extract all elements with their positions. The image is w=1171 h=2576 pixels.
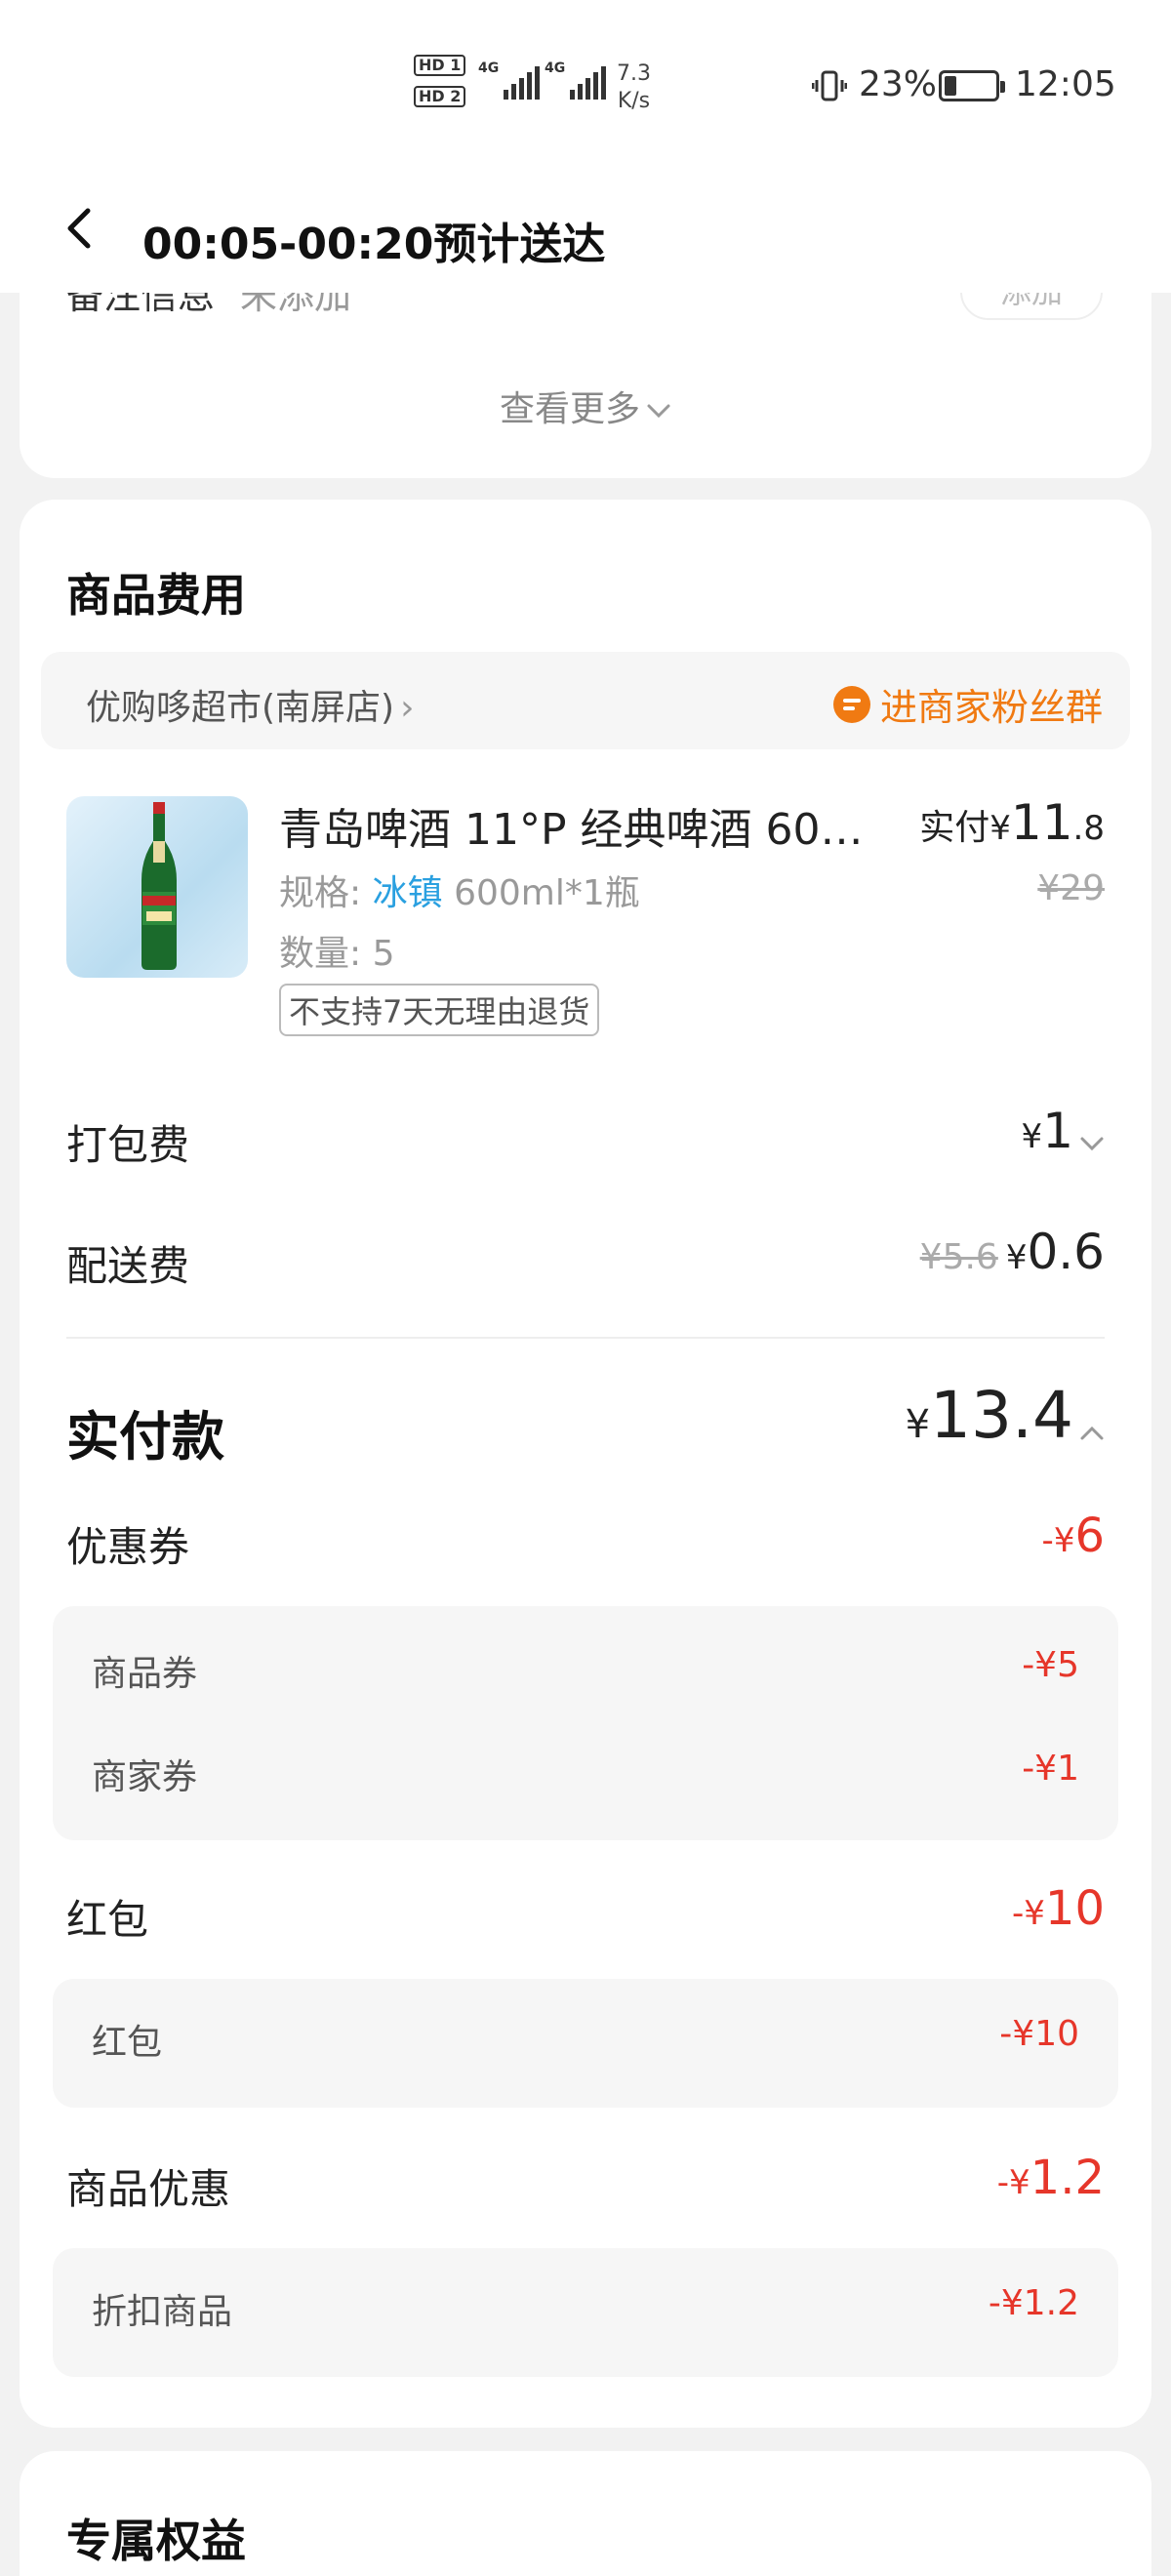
product-discount-amount: 1.2 [1030,2151,1105,2205]
packing-fee-label: 打包费 [66,1121,190,1169]
page-title: 00:05-00:20预计送达 [142,220,606,269]
signal-icon: 4G [545,60,607,100]
packing-fee-value: ¥1 [1022,1103,1105,1159]
coupon-total: -¥6 [1042,1509,1105,1563]
currency-symbol: ¥ [989,809,1011,848]
red-packet-total: -¥10 [1012,1881,1105,1936]
product-original-price: ¥29 [1037,868,1105,908]
coupon-amount: 6 [1074,1509,1105,1563]
beer-bottle-icon [141,802,177,970]
red-packet-details: 红包 -¥10 [53,1979,1118,2108]
total-value: ¥13.4 [906,1378,1105,1453]
red-packet-item-value: -¥10 [999,2014,1079,2054]
network-type: 4G [545,60,566,76]
product-image[interactable] [66,796,248,978]
return-policy-tag: 不支持7天无理由退货 [279,984,600,1036]
coupon-item-label: 商品券 [92,1654,198,1694]
chevron-down-icon [1080,1137,1104,1150]
total-amount: 13.4 [930,1378,1073,1453]
spec-label: 规格: [279,873,362,913]
signal-icon: 4G [478,60,541,100]
sim2-label: HD 2 [414,86,466,107]
red-packet-label: 红包 [66,1896,149,1944]
section-title: 商品费用 [66,569,246,622]
delivery-fee-row: 配送费 ¥5.6 ¥0.6 [66,1224,1105,1292]
spec-value: 600ml*1瓶 [454,873,640,913]
currency-symbol: ¥ [1005,1238,1028,1277]
delivery-fee-label: 配送费 [66,1242,190,1290]
red-packet-item-label: 红包 [92,2023,163,2063]
network-speed: 7.3 K/s [617,60,651,115]
store-name: 优购哆超市(南屏店) [86,688,395,728]
total-row[interactable]: 实付款 ¥13.4 [66,1378,1105,1468]
page-header: 00:05-00:20预计送达 [0,166,1171,293]
chevron-right-icon: › [400,688,415,728]
benefits-card: 专属权益 [20,2451,1151,2576]
coupon-item-value: -¥1 [1022,1749,1079,1789]
list-item: 折扣商品 -¥1.2 [92,2283,1079,2342]
sim1-label: HD 1 [414,55,466,76]
product-discount-total: -¥1.2 [997,2151,1105,2205]
battery-icon [939,70,1005,101]
product-name[interactable]: 青岛啤酒 11°P 经典啤酒 600ml*1瓶 [279,794,865,857]
store-link[interactable]: 优购哆超市(南屏店) › [86,679,415,730]
packing-fee-amount: 1 [1042,1103,1073,1159]
fan-group-label: 进商家粉丝群 [879,686,1103,729]
spec-highlight: 冰镇 [372,873,443,913]
delivery-fee-value: ¥5.6 ¥0.6 [920,1224,1105,1280]
clock: 12:05 [1015,64,1116,104]
paid-int: 11 [1010,794,1073,851]
speed-value: 7.3 [617,61,651,86]
divider [66,1337,1105,1339]
coupon-item-value: -¥5 [1022,1645,1079,1685]
discount-prefix: -¥ [996,2163,1030,2202]
product-discount-details: 折扣商品 -¥1.2 [53,2248,1118,2377]
product-discount-label: 商品优惠 [66,2165,231,2213]
chevron-up-icon [1080,1426,1104,1439]
total-label: 实付款 [66,1406,224,1468]
chevron-down-icon [647,404,670,419]
sim-indicators: HD 1 HD 2 [414,55,466,107]
view-more-button[interactable]: 查看更多 [20,381,1151,431]
product-paid-price: 实付¥11.8 [919,794,1105,851]
section-title: 专属权益 [66,2515,246,2567]
product-quantity: 数量: 5 [279,934,395,974]
speed-unit: K/s [617,89,651,113]
fees-card: 商品费用 优购哆超市(南屏店) › 进商家粉丝群 青岛啤酒 11°P 经典啤酒 6… [20,500,1151,2428]
coupon-row: 优惠券 -¥6 [66,1505,1105,1573]
discount-item-value: -¥1.2 [988,2283,1079,2323]
battery-percent: 23% [859,64,938,104]
join-fan-group-button[interactable]: 进商家粉丝群 [832,677,1103,731]
paid-dec: .8 [1072,809,1105,848]
list-item: 商品券 -¥5 [92,1645,1079,1704]
coupon-item-label: 商家券 [92,1757,198,1797]
delivery-original-fee: ¥5.6 [919,1237,998,1277]
product-spec: 规格: 冰镇 600ml*1瓶 [279,865,640,915]
delivery-fee-amount: 0.6 [1027,1224,1105,1280]
view-more-label: 查看更多 [499,389,640,429]
back-arrow-icon[interactable] [59,207,101,250]
currency-symbol: ¥ [1021,1117,1043,1156]
packing-fee-row[interactable]: 打包费 ¥1 [66,1103,1105,1171]
network-type: 4G [478,60,500,76]
list-item: 红包 -¥10 [92,2014,1079,2073]
vibrate-icon [811,68,848,103]
status-bar: HD 1 HD 2 4G 4G 7.3 K/s 23% 12:05 [0,0,1171,166]
list-item: 商家券 -¥1 [92,1749,1079,1807]
discount-prefix: -¥ [1041,1521,1075,1560]
chat-icon [832,685,870,723]
red-packet-amount: 10 [1044,1881,1105,1936]
discount-item-label: 折扣商品 [92,2292,233,2332]
coupon-details: 商品券 -¥5 商家券 -¥1 [53,1606,1118,1840]
coupon-label: 优惠券 [66,1523,190,1571]
store-row: 优购哆超市(南屏店) › 进商家粉丝群 [41,652,1130,749]
paid-label: 实付 [919,808,990,848]
discount-prefix: -¥ [1012,1894,1045,1933]
red-packet-row: 红包 -¥10 [66,1877,1105,1946]
currency-symbol: ¥ [905,1402,931,1447]
product-discount-row: 商品优惠 -¥1.2 [66,2147,1105,2215]
